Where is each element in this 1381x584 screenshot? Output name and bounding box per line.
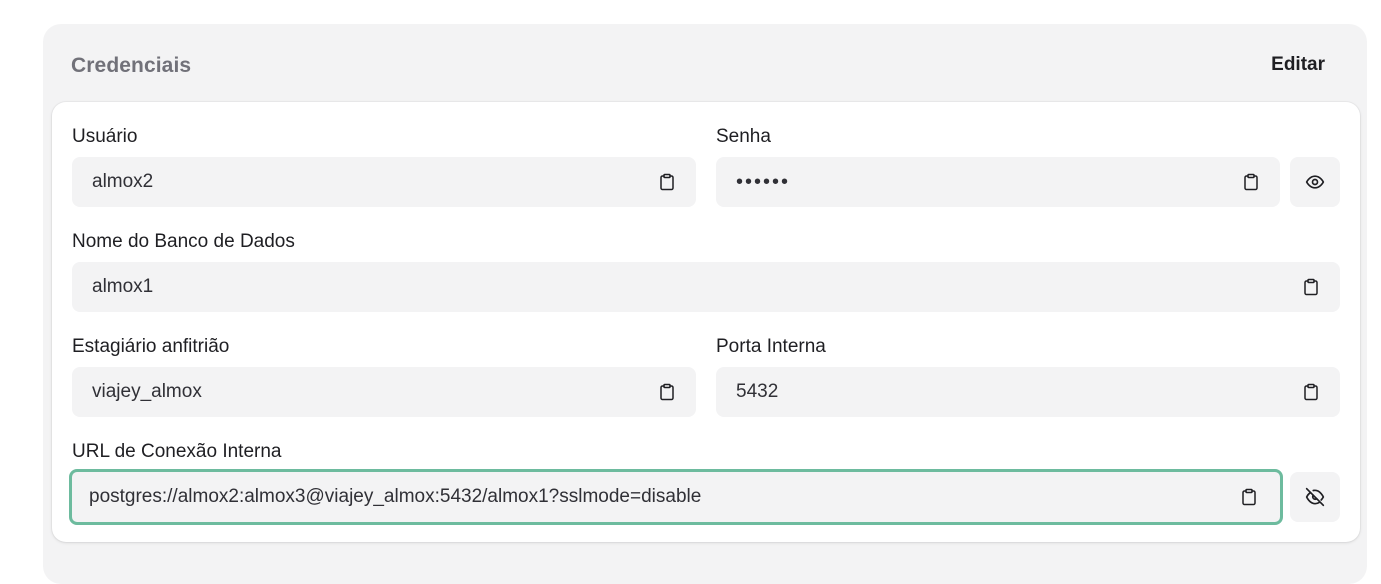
password-field[interactable]: •••••• (716, 157, 1280, 207)
url-value: postgres://almox2:almox3@viajey_almox:54… (89, 486, 702, 507)
clipboard-icon[interactable] (1240, 488, 1258, 506)
eye-off-icon (1305, 487, 1325, 507)
password-value: •••••• (736, 171, 791, 193)
hide-url-button[interactable] (1290, 472, 1340, 522)
url-label: URL de Conexão Interna (72, 441, 282, 462)
card-title: Credenciais (71, 54, 192, 77)
host-field[interactable]: viajey_almox (72, 367, 696, 417)
eye-icon (1305, 175, 1325, 189)
host-value: viajey_almox (92, 381, 202, 402)
password-label: Senha (716, 126, 771, 147)
clipboard-icon[interactable] (1302, 383, 1320, 401)
show-password-button[interactable] (1290, 157, 1340, 207)
database-value: almox1 (92, 276, 154, 297)
credentials-panel: Usuário almox2 Senha •••••• Nome do Banc… (52, 102, 1360, 542)
user-label: Usuário (72, 126, 138, 147)
clipboard-icon[interactable] (1242, 173, 1260, 191)
port-field[interactable]: 5432 (716, 367, 1340, 417)
port-value: 5432 (736, 381, 779, 402)
url-field[interactable]: postgres://almox2:almox3@viajey_almox:54… (69, 469, 1283, 525)
edit-button[interactable]: Editar (1271, 54, 1325, 76)
database-label: Nome do Banco de Dados (72, 231, 295, 252)
user-value: almox2 (92, 171, 154, 192)
port-label: Porta Interna (716, 336, 826, 357)
clipboard-icon[interactable] (658, 173, 676, 191)
host-label: Estagiário anfitrião (72, 336, 230, 357)
clipboard-icon[interactable] (1302, 278, 1320, 296)
database-field[interactable]: almox1 (72, 262, 1340, 312)
user-field[interactable]: almox2 (72, 157, 696, 207)
clipboard-icon[interactable] (658, 383, 676, 401)
